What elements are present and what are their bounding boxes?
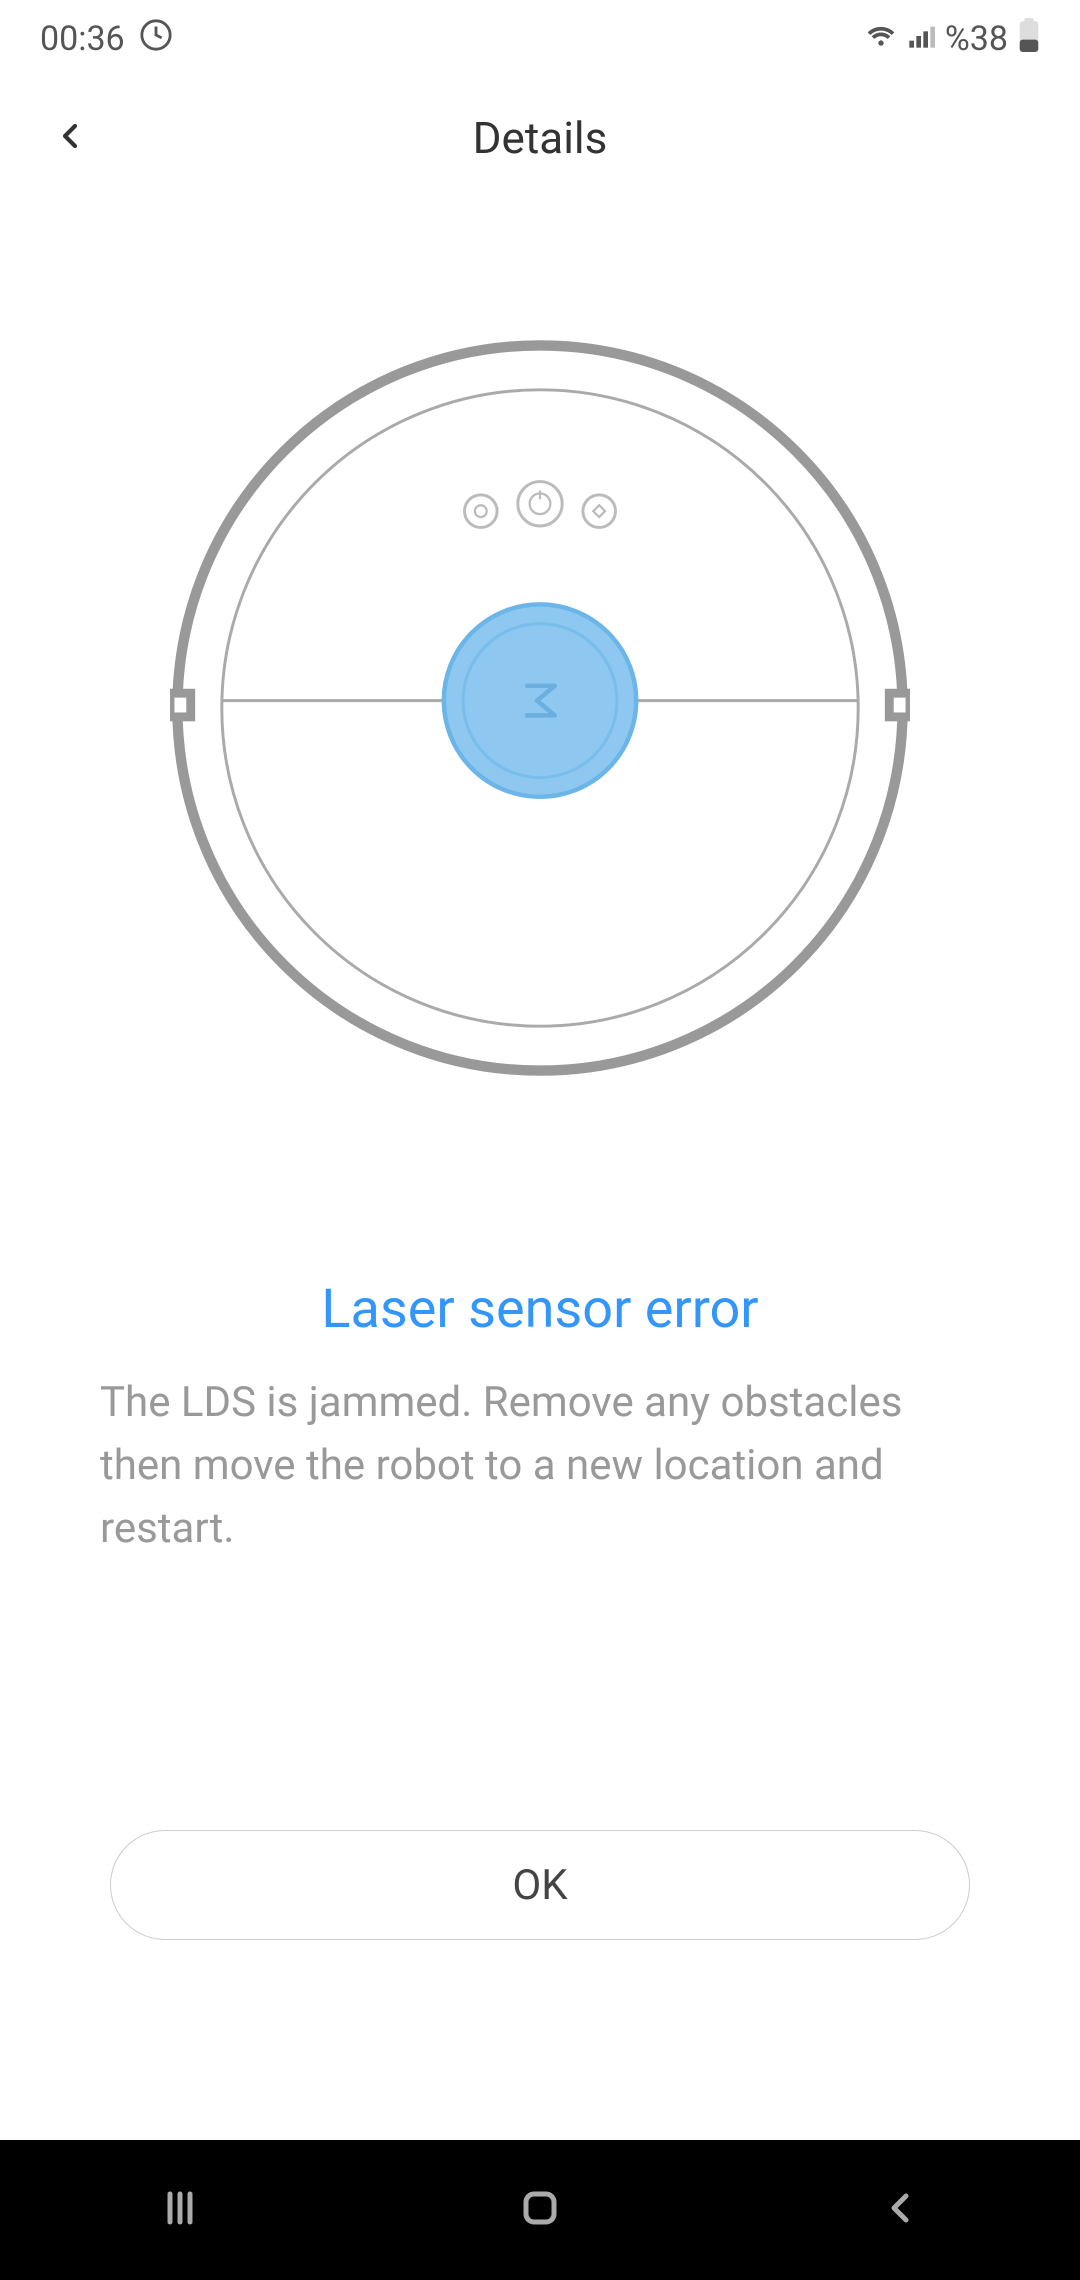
status-bar: 00:36 %38: [0, 0, 1080, 78]
home-button[interactable]: [516, 2184, 564, 2236]
recents-button[interactable]: [156, 2184, 204, 2236]
whatsapp-icon: [139, 18, 173, 61]
wifi-icon: [865, 19, 897, 60]
status-right: %38: [865, 18, 1040, 61]
ok-button[interactable]: OK: [110, 1830, 970, 1940]
signal-icon: [907, 19, 935, 59]
error-description: The LDS is jammed. Remove any obstacles …: [0, 1371, 1080, 1560]
back-button[interactable]: [50, 116, 90, 160]
ok-button-label: OK: [512, 1861, 567, 1910]
system-nav-bar: [0, 2140, 1080, 2280]
page-title: Details: [40, 112, 1040, 164]
robot-illustration: [0, 338, 1080, 1078]
error-title: Laser sensor error: [0, 1278, 1080, 1341]
battery-icon: [1018, 18, 1040, 61]
status-time: 00:36: [40, 19, 125, 59]
status-left: 00:36: [40, 18, 173, 61]
system-back-button[interactable]: [876, 2184, 924, 2236]
app-header: Details: [0, 78, 1080, 198]
battery-text: %38: [945, 19, 1008, 59]
